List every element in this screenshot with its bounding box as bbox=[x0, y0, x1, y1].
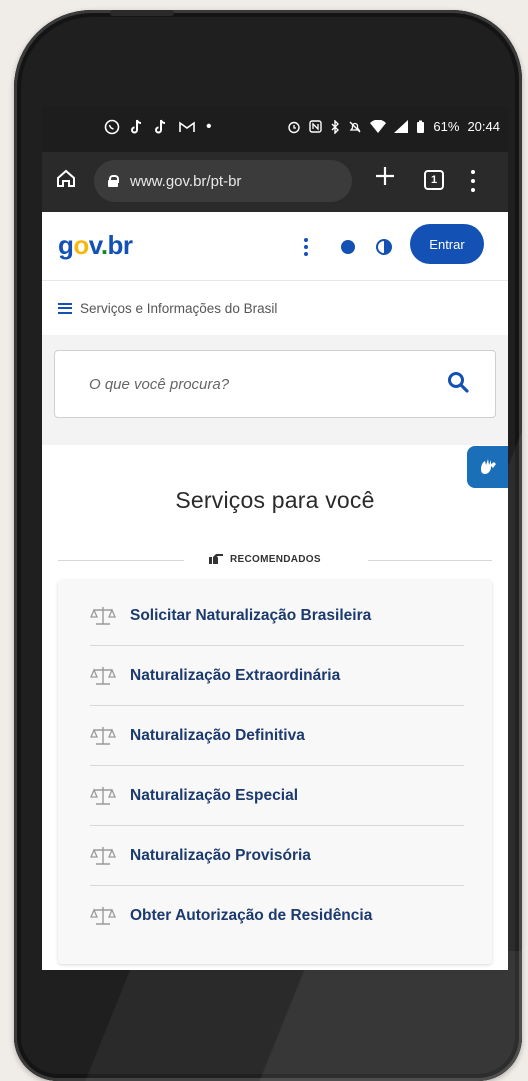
pointing-hand-icon bbox=[209, 554, 223, 564]
vlibras-accessibility-button[interactable] bbox=[467, 446, 508, 488]
search-section: O que você procura? bbox=[42, 335, 508, 445]
scale-icon bbox=[90, 787, 116, 805]
recommended-divider: RECOMENDADOS bbox=[42, 550, 508, 570]
address-bar[interactable]: www.gov.br/pt-br bbox=[94, 160, 352, 202]
recommended-label: RECOMENDADOS bbox=[208, 553, 321, 565]
gov-br-logo[interactable]: gov.br bbox=[58, 230, 133, 261]
scale-icon bbox=[90, 607, 116, 625]
browser-toolbar: www.gov.br/pt-br 1 bbox=[42, 152, 508, 212]
nfc-icon bbox=[309, 120, 323, 133]
gmail-icon bbox=[179, 121, 195, 132]
wifi-icon bbox=[370, 120, 387, 133]
plus-icon bbox=[376, 167, 394, 185]
service-label: Naturalização Definitiva bbox=[130, 727, 305, 744]
more-notifications-dot: • bbox=[206, 118, 212, 135]
scale-icon bbox=[90, 907, 116, 925]
service-label: Solicitar Naturalização Brasileira bbox=[130, 607, 372, 624]
bluetooth-icon bbox=[331, 119, 340, 134]
search-placeholder: O que você procura? bbox=[89, 376, 230, 393]
search-icon[interactable] bbox=[447, 371, 469, 393]
contrast-icon[interactable] bbox=[376, 239, 392, 255]
hamburger-icon[interactable] bbox=[58, 302, 72, 314]
recommended-services-card: Solicitar Naturalização Brasileira Natur… bbox=[58, 580, 492, 964]
service-item[interactable]: Solicitar Naturalização Brasileira bbox=[90, 586, 464, 646]
service-item[interactable]: Naturalização Definitiva bbox=[90, 706, 464, 766]
browser-menu-button[interactable] bbox=[470, 170, 476, 192]
new-tab-button[interactable] bbox=[374, 164, 396, 192]
service-label: Naturalização Extraordinária bbox=[130, 667, 341, 684]
signal-icon bbox=[394, 120, 409, 133]
services-heading: Serviços para você bbox=[175, 487, 375, 513]
scale-icon bbox=[90, 667, 116, 685]
status-bar: • 61% 20:44 bbox=[42, 106, 508, 152]
home-button[interactable] bbox=[56, 168, 76, 192]
site-menu-label: Serviços e Informações do Brasil bbox=[80, 300, 278, 316]
recommended-text: RECOMENDADOS bbox=[230, 553, 321, 565]
system-icons: 61% 20:44 bbox=[287, 119, 500, 134]
divider-line bbox=[368, 560, 492, 561]
whatsapp-icon bbox=[104, 119, 120, 135]
service-label: Naturalização Especial bbox=[130, 787, 298, 804]
sign-language-icon bbox=[481, 459, 496, 474]
phone-side-button bbox=[110, 10, 174, 16]
notification-icons: • bbox=[104, 118, 212, 136]
tab-count: 1 bbox=[430, 174, 438, 186]
phone-glare-bottom bbox=[14, 951, 522, 1081]
cookie-icon[interactable] bbox=[341, 240, 355, 254]
phone-screen: • 61% 20:44 www.gov.br/pt-br 1 gov.br En… bbox=[42, 106, 508, 970]
service-item[interactable]: Obter Autorização de Residência bbox=[90, 886, 464, 946]
mute-icon bbox=[349, 121, 361, 132]
battery-percent: 61% bbox=[433, 119, 460, 134]
tiktok-icon bbox=[131, 119, 142, 134]
lock-icon bbox=[108, 175, 119, 187]
scale-icon bbox=[90, 847, 116, 865]
site-menu-dots-icon[interactable] bbox=[304, 238, 308, 256]
site-menu-bar[interactable]: Serviços e Informações do Brasil bbox=[42, 281, 508, 335]
home-icon bbox=[57, 169, 75, 187]
alarm-icon bbox=[288, 121, 301, 133]
login-button[interactable]: Entrar bbox=[410, 224, 484, 264]
service-label: Naturalização Provisória bbox=[130, 847, 311, 864]
divider-line bbox=[58, 560, 184, 561]
service-item[interactable]: Naturalização Provisória bbox=[90, 826, 464, 886]
service-item[interactable]: Naturalização Especial bbox=[90, 766, 464, 826]
status-time: 20:44 bbox=[467, 119, 500, 134]
tiktok-icon bbox=[155, 119, 166, 134]
scale-icon bbox=[90, 727, 116, 745]
tab-switcher-button[interactable]: 1 bbox=[424, 170, 444, 190]
search-input[interactable]: O que você procura? bbox=[54, 350, 496, 418]
service-label: Obter Autorização de Residência bbox=[130, 907, 373, 924]
url-text: www.gov.br/pt-br bbox=[130, 172, 242, 190]
battery-icon bbox=[417, 120, 425, 133]
service-item[interactable]: Naturalização Extraordinária bbox=[90, 646, 464, 706]
site-header: gov.br Entrar bbox=[42, 212, 508, 280]
